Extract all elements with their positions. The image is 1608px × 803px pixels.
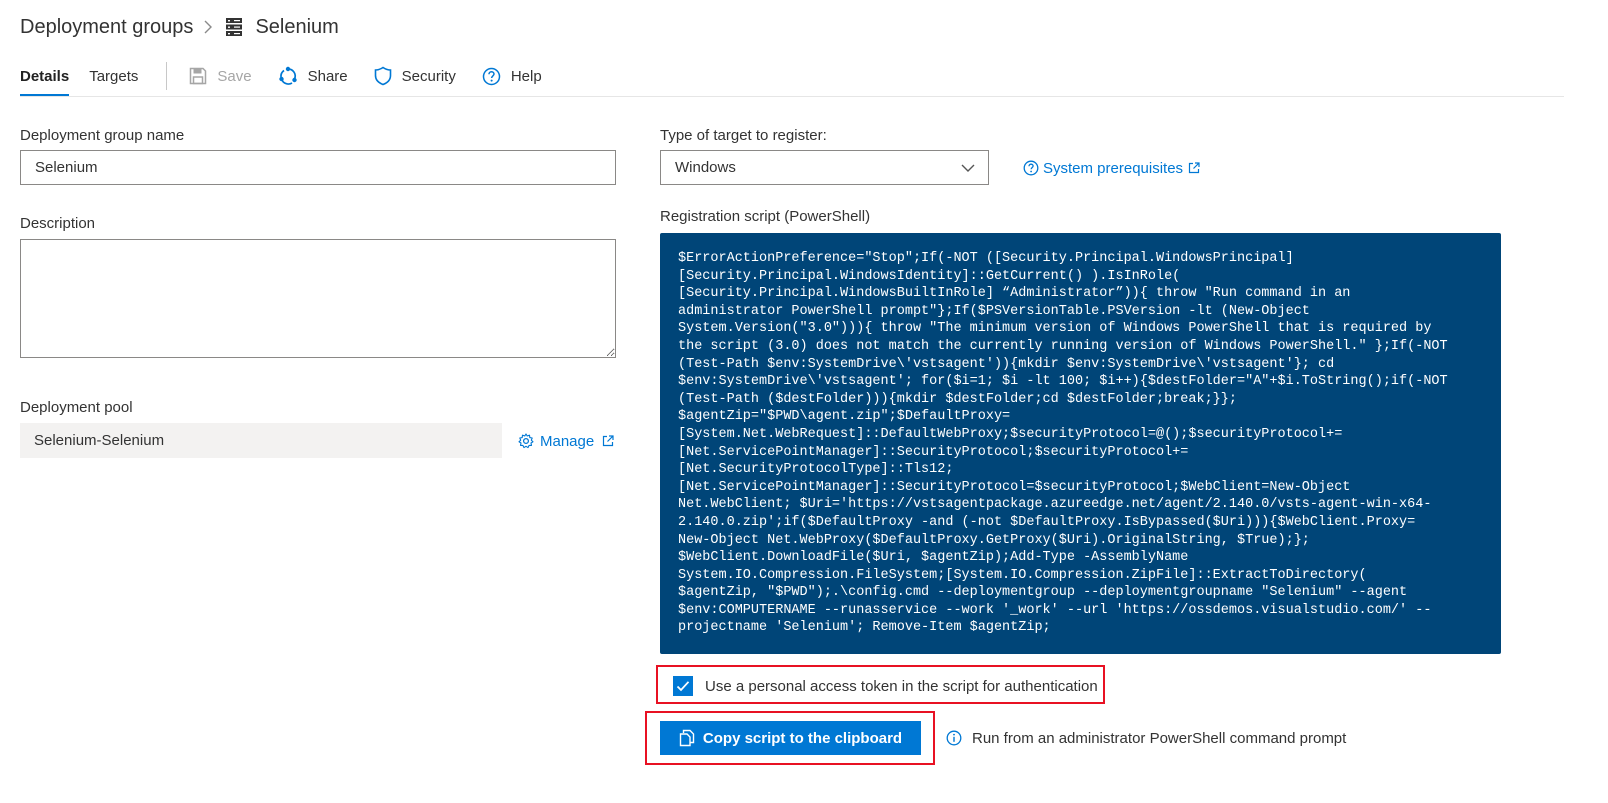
pat-checkbox-label: Use a personal access token in the scrip… xyxy=(705,677,1098,695)
shield-icon xyxy=(374,66,392,86)
external-link-icon xyxy=(602,435,614,447)
share-label: Share xyxy=(307,67,348,85)
security-label: Security xyxy=(401,67,456,85)
breadcrumb: Deployment groups Selenium xyxy=(20,12,339,42)
share-button[interactable]: Share xyxy=(278,56,348,96)
tab-details[interactable]: Details xyxy=(20,56,70,96)
copy-script-button[interactable]: Copy script to the clipboard xyxy=(660,721,921,755)
registration-script-code[interactable]: $ErrorActionPreference="Stop";If(-NOT ([… xyxy=(660,233,1501,654)
group-name-label: Deployment group name xyxy=(20,127,185,144)
info-icon xyxy=(946,730,962,746)
target-type-value: Windows xyxy=(675,159,736,176)
run-hint-text: Run from an administrator PowerShell com… xyxy=(972,729,1347,747)
pat-checkbox-row[interactable]: Use a personal access token in the scrip… xyxy=(673,675,1098,697)
save-label: Save xyxy=(217,67,252,85)
header-divider xyxy=(20,96,1564,97)
deployment-pool-label: Deployment pool xyxy=(20,399,133,416)
system-prerequisites-link[interactable]: System prerequisites xyxy=(1023,157,1200,179)
run-hint: Run from an administrator PowerShell com… xyxy=(946,727,1346,749)
target-type-dropdown[interactable]: Windows xyxy=(660,150,989,185)
copy-script-label: Copy script to the clipboard xyxy=(702,729,903,747)
tab-bar: Details Targets Save Share Security Help xyxy=(20,56,568,96)
chevron-right-icon xyxy=(203,19,213,35)
save-button[interactable]: Save xyxy=(189,56,252,96)
breadcrumb-parent[interactable]: Deployment groups xyxy=(20,16,193,39)
target-type-label: Type of target to register: xyxy=(660,127,827,144)
manage-label: Manage xyxy=(540,432,595,450)
deployment-pool-value: Selenium-Selenium xyxy=(20,423,502,458)
save-icon xyxy=(189,67,207,85)
server-group-icon xyxy=(225,17,243,37)
manage-link[interactable]: Manage xyxy=(518,430,614,452)
registration-script-label: Registration script (PowerShell) xyxy=(660,208,871,225)
security-button[interactable]: Security xyxy=(374,56,456,96)
help-label: Help xyxy=(510,67,542,85)
deployment-pool-text: Selenium-Selenium xyxy=(34,432,165,449)
chevron-down-icon xyxy=(960,163,976,173)
toolbar-divider xyxy=(166,62,168,90)
tab-targets[interactable]: Targets xyxy=(89,56,138,96)
gear-icon xyxy=(518,433,534,449)
share-icon xyxy=(278,66,298,86)
tab-details-label: Details xyxy=(20,67,70,85)
breadcrumb-current: Selenium xyxy=(255,15,339,38)
help-button[interactable]: Help xyxy=(482,56,542,96)
description-textarea[interactable] xyxy=(20,239,616,358)
description-label: Description xyxy=(20,215,96,232)
help-icon xyxy=(482,67,501,86)
help-circle-icon xyxy=(1023,160,1039,176)
tab-targets-label: Targets xyxy=(89,67,139,85)
copy-icon xyxy=(679,729,695,747)
group-name-input[interactable] xyxy=(20,150,616,185)
external-link-icon xyxy=(1188,162,1200,174)
pat-checkbox[interactable] xyxy=(673,676,693,696)
system-prerequisites-label: System prerequisites xyxy=(1043,159,1184,177)
